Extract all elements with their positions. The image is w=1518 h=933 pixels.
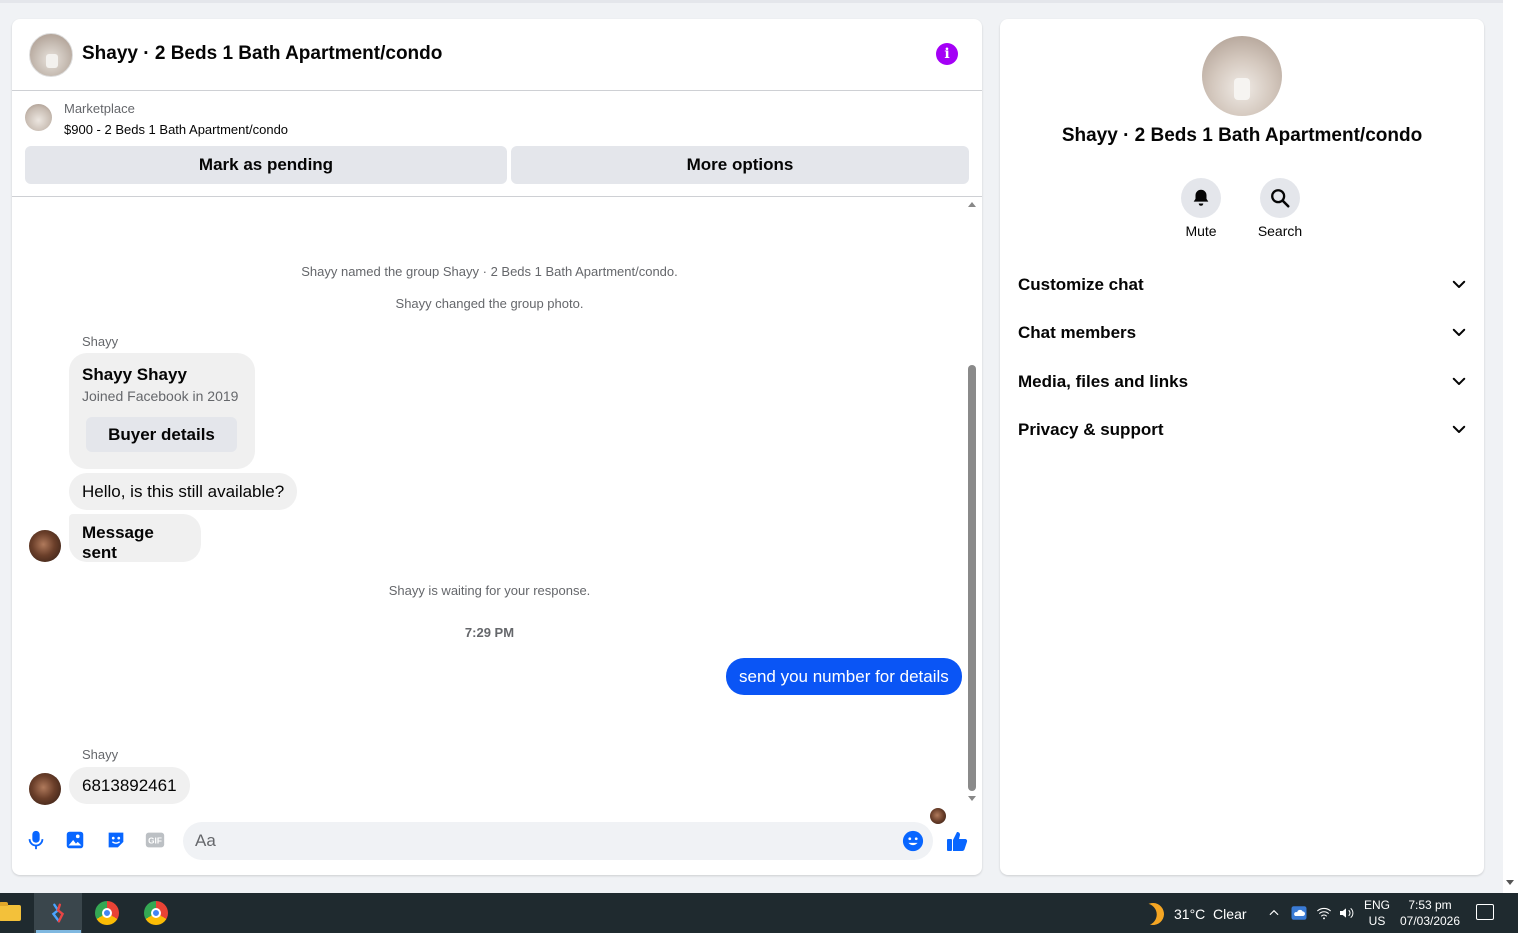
listing-thumbnail[interactable] [25,104,52,131]
chevron-down-icon [1450,372,1468,390]
info-icon[interactable]: i [936,43,958,65]
svg-text:GIF: GIF [148,837,162,846]
clock[interactable]: 7:53 pm 07/03/2026 [1398,897,1462,929]
app-icon [51,903,65,923]
bell-icon [1190,187,1212,209]
avatar[interactable] [29,530,61,562]
speaker-icon [1340,907,1354,919]
region-code: US [1368,914,1386,928]
chrome-profile-button[interactable] [132,893,180,933]
chat-header: Shayy · 2 Beds 1 Bath Apartment/condo i [12,19,982,91]
message-bubble[interactable]: 6813892461 [69,767,190,804]
section-label: Chat members [1018,323,1137,342]
chevron-down-icon [1450,323,1468,341]
scroll-down-arrow[interactable] [968,796,976,801]
section-privacy-support[interactable]: Privacy & support [1000,410,1484,450]
thumbs-up-icon[interactable] [945,829,969,853]
message-input[interactable] [183,822,933,860]
chat-panel: Shayy · 2 Beds 1 Bath Apartment/condo i … [12,19,982,875]
system-message: Shayy named the group Shayy · 2 Beds 1 B… [301,264,678,279]
scroll-up-arrow[interactable] [968,202,976,207]
show-hidden-icons[interactable] [1267,893,1281,933]
network-button[interactable] [1316,893,1332,933]
file-explorer-button[interactable] [0,893,34,933]
scrollbar-thumb[interactable] [968,365,976,791]
chevron-down-icon [1450,420,1468,438]
clock-time: 7:53 pm [1408,898,1452,912]
folder-icon [0,902,21,921]
section-label: Customize chat [1018,275,1144,294]
chat-title[interactable]: Shayy · 2 Beds 1 Bath Apartment/condo [82,43,442,65]
emoji-icon[interactable] [902,830,924,852]
group-avatar-large[interactable] [1202,36,1282,116]
listing-title[interactable]: $900 - 2 Beds 1 Bath Apartment/condo [64,122,288,137]
notification-icon[interactable] [1476,904,1494,920]
search-button[interactable] [1260,178,1300,218]
section-chat-members[interactable]: Chat members [1000,313,1484,353]
sticker-icon[interactable] [105,829,127,851]
page-scrollbar[interactable] [1503,0,1518,893]
sender-name: Shayy [82,334,119,349]
wifi-icon [1316,907,1332,920]
avatar[interactable] [29,773,61,805]
volume-button[interactable] [1338,893,1354,933]
timestamp: 7:29 PM [464,625,515,640]
section-label: Media, files and links [1018,372,1189,391]
language-code: ENG [1363,898,1390,912]
section-label: Privacy & support [1018,420,1164,439]
buyer-card: Shayy Shayy Joined Facebook in 2019 Buye… [69,353,255,469]
buyer-name: Shayy Shayy [82,365,187,384]
section-customize-chat[interactable]: Customize chat [1000,265,1484,305]
weather-widget[interactable]: 31°C Clear [1142,903,1247,925]
my-message-bubble[interactable]: send you number for details [726,658,962,695]
photo-icon[interactable] [64,829,86,851]
onedrive-button[interactable] [1290,893,1308,933]
info-title: Shayy · 2 Beds 1 Bath Apartment/condo [1061,125,1423,146]
clock-date: 07/03/2026 [1399,914,1461,928]
moon-icon [1139,900,1167,928]
sender-name: Shayy [82,747,119,762]
more-options-button[interactable]: More options [511,146,969,184]
top-divider [0,0,1503,3]
microphone-icon[interactable] [25,829,47,851]
taskbar: 31°C Clear ENG US 7:53 pm 07/03/2026 [0,893,1518,933]
chrome-button[interactable] [83,893,131,933]
marketplace-label: Marketplace [64,101,135,116]
mark-as-pending-button[interactable]: Mark as pending [25,146,507,184]
message-bubble[interactable]: Hello, is this still available? [69,473,298,510]
mute-label: Mute [1185,223,1217,239]
input-language[interactable]: ENG US [1362,897,1392,929]
mute-button[interactable] [1181,178,1221,218]
gif-icon[interactable]: GIF [144,829,166,851]
group-avatar[interactable] [29,33,73,77]
search-label: Search [1257,223,1303,239]
weather-text: 31°C Clear [1174,906,1247,922]
chevron-up-icon [1269,909,1279,916]
composer: GIF [12,814,982,870]
chrome-icon [95,901,119,925]
message-bubble[interactable]: Message sent [69,514,201,562]
section-media-files-links[interactable]: Media, files and links [1000,362,1484,402]
message-list[interactable]: Shayy named the group Shayy · 2 Beds 1 B… [12,198,982,824]
buyer-details-button[interactable]: Buyer details [86,417,237,452]
marketplace-banner: Marketplace $900 - 2 Beds 1 Bath Apartme… [12,91,982,197]
taskbar-app-active[interactable] [34,893,82,933]
chevron-down-icon [1450,275,1468,293]
chrome-icon [144,901,168,925]
search-icon [1269,187,1291,209]
buyer-joined: Joined Facebook in 2019 [82,388,239,404]
page-scroll-down-arrow[interactable] [1506,880,1514,885]
waiting-notice: Shayy is waiting for your response. [388,583,591,598]
chat-info-panel: Shayy · 2 Beds 1 Bath Apartment/condo Mu… [1000,19,1484,875]
cloud-icon [1291,906,1307,920]
system-message: Shayy changed the group photo. [395,296,584,311]
